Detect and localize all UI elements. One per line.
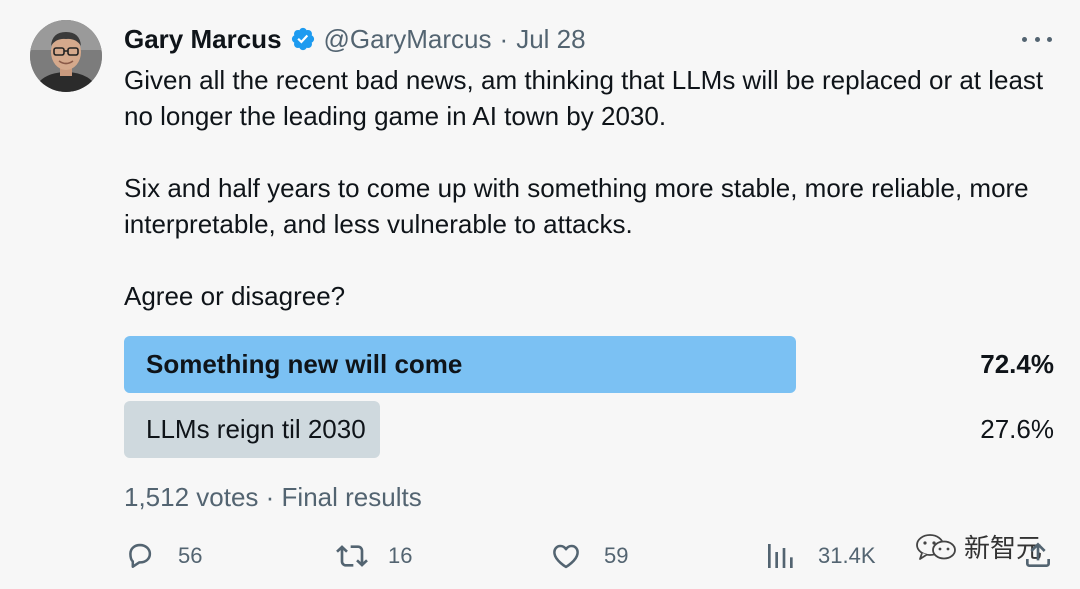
retweet-button[interactable]: 16	[336, 536, 412, 576]
tweet-header: Gary Marcus @GaryMarcus · Jul 28	[124, 22, 586, 56]
retweet-icon	[336, 545, 368, 567]
like-count: 59	[604, 543, 629, 568]
author-handle[interactable]: @GaryMarcus	[324, 24, 492, 55]
tweet-text: Given all the recent bad news, am thinki…	[124, 62, 1054, 314]
heart-icon	[553, 544, 579, 569]
tweet-paragraph: Six and half years to come up with somet…	[124, 173, 1029, 239]
poll: Something new will come 72.4% LLMs reign…	[124, 336, 1054, 466]
retweet-count: 16	[388, 543, 413, 568]
header-separator: ·	[499, 23, 509, 54]
verified-badge-icon	[291, 27, 314, 51]
poll-option-percent: 72.4%	[980, 349, 1054, 379]
poll-option-percent: 27.6%	[980, 414, 1054, 444]
poll-option-label: LLMs reign til 2030	[146, 414, 366, 444]
poll-option: Something new will come 72.4%	[124, 336, 1054, 393]
like-button[interactable]: 59	[550, 536, 628, 576]
avatar[interactable]	[30, 20, 102, 92]
share-icon[interactable]	[1022, 538, 1054, 572]
views-button[interactable]: 31.4K	[764, 536, 876, 576]
poll-option: LLMs reign til 2030 27.6%	[124, 401, 1054, 458]
reply-count: 56	[178, 543, 203, 568]
avatar-photo	[30, 20, 102, 92]
poll-results-meta: 1,512 votes · Final results	[124, 482, 422, 512]
views-bar-chart-icon	[768, 544, 793, 568]
tweet-paragraph: Given all the recent bad news, am thinki…	[124, 65, 1044, 131]
tweet-paragraph: Agree or disagree?	[124, 281, 346, 311]
reply-icon	[129, 543, 152, 568]
more-horizontal-icon[interactable]	[1022, 30, 1052, 48]
reply-button[interactable]: 56	[124, 536, 202, 576]
tweet-date[interactable]: Jul 28	[516, 24, 585, 55]
views-count: 31.4K	[818, 543, 876, 568]
poll-option-label: Something new will come	[146, 349, 463, 379]
author-name[interactable]: Gary Marcus	[124, 24, 282, 55]
wechat-icon	[916, 533, 956, 560]
